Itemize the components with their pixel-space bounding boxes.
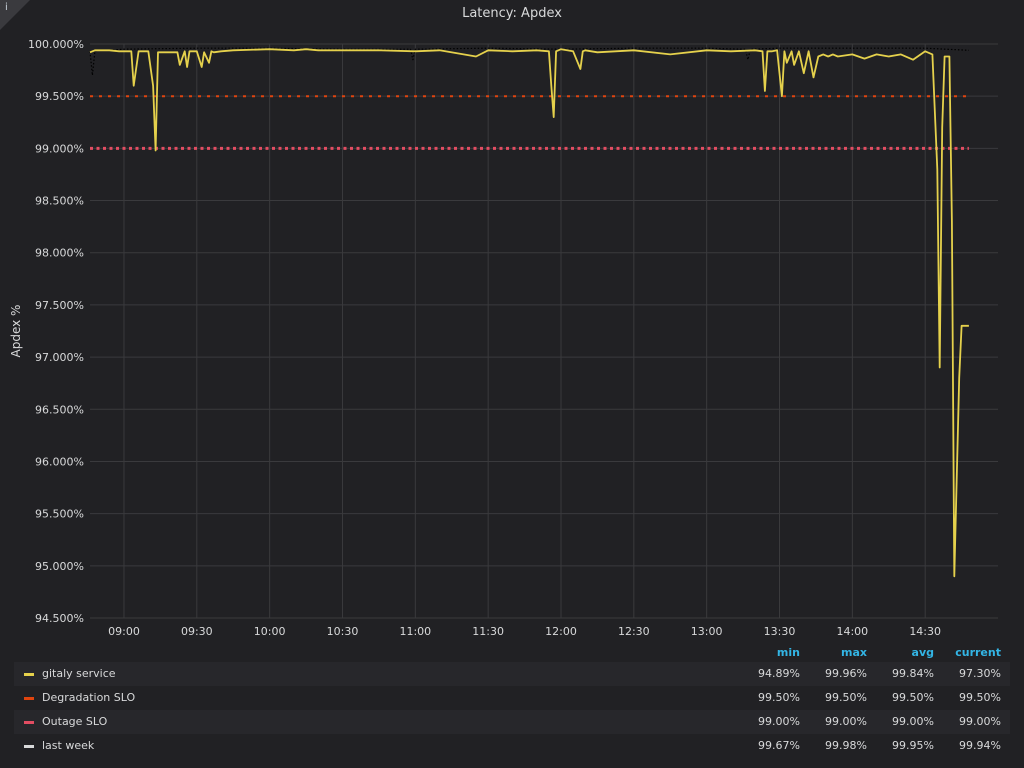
legend-current: 99.94% [959, 739, 1001, 752]
legend-row-gitaly-service[interactable]: gitaly service 94.89% 99.96% 99.84% 97.3… [14, 662, 1010, 686]
legend-header-min[interactable]: min [730, 646, 800, 659]
legend-table: min max avg current gitaly service 94.89… [14, 644, 1010, 758]
x-tick-label: 12:00 [545, 625, 577, 638]
x-tick-label: 09:00 [108, 625, 140, 638]
legend-series-name[interactable]: gitaly service [42, 662, 116, 686]
y-tick-label: 96.500% [35, 403, 84, 416]
legend-swatch [24, 721, 34, 724]
legend-swatch [24, 697, 34, 700]
x-tick-label: 13:00 [691, 625, 723, 638]
legend-max: 99.96% [825, 667, 867, 680]
series-line-last-week [89, 47, 969, 76]
y-tick-label: 99.500% [35, 90, 84, 103]
x-tick-label: 14:30 [909, 625, 941, 638]
legend-max: 99.50% [825, 691, 867, 704]
y-tick-label: 96.000% [35, 455, 84, 468]
legend-min: 99.50% [758, 691, 800, 704]
y-tick-label: 97.500% [35, 299, 84, 312]
legend-swatch [24, 745, 34, 748]
legend-header-avg[interactable]: avg [864, 646, 934, 659]
y-tick-label: 98.000% [35, 247, 84, 260]
legend-row-outage-slo[interactable]: Outage SLO 99.00% 99.00% 99.00% 99.00% [14, 710, 1010, 734]
legend-header: min max avg current [14, 644, 1010, 662]
legend-header-max[interactable]: max [797, 646, 867, 659]
legend-avg: 99.84% [892, 667, 934, 680]
series-line-gitaly-service [89, 48, 969, 578]
y-tick-label: 100.000% [28, 38, 84, 51]
x-tick-label: 11:30 [472, 625, 504, 638]
legend-avg: 99.00% [892, 715, 934, 728]
y-axis-label: Apdex % [9, 305, 23, 358]
legend-swatch [24, 673, 34, 676]
legend-max: 99.00% [825, 715, 867, 728]
x-tick-label: 11:00 [399, 625, 431, 638]
x-tick-label: 09:30 [181, 625, 213, 638]
legend-series-name[interactable]: Outage SLO [42, 710, 107, 734]
legend-header-current[interactable]: current [931, 646, 1001, 659]
x-tick-label: 10:30 [327, 625, 359, 638]
y-tick-label: 95.000% [35, 560, 84, 573]
legend-current: 99.50% [959, 691, 1001, 704]
legend-min: 99.67% [758, 739, 800, 752]
legend-row-degradation-slo[interactable]: Degradation SLO 99.50% 99.50% 99.50% 99.… [14, 686, 1010, 710]
legend-min: 99.00% [758, 715, 800, 728]
x-tick-label: 14:00 [836, 625, 868, 638]
x-tick-label: 13:30 [764, 625, 796, 638]
legend-series-name[interactable]: Degradation SLO [42, 686, 135, 710]
legend-avg: 99.95% [892, 739, 934, 752]
y-tick-label: 97.000% [35, 351, 84, 364]
legend-avg: 99.50% [892, 691, 934, 704]
legend-row-last-week[interactable]: last week 99.67% 99.98% 99.95% 99.94% [14, 734, 1010, 758]
y-tick-label: 94.500% [35, 612, 84, 625]
legend-max: 99.98% [825, 739, 867, 752]
apdex-chart: 94.500% 95.000% 95.500% 96.000% 96.500% 97.00… [9, 38, 998, 638]
legend-current: 97.30% [959, 667, 1001, 680]
y-tick-label: 98.500% [35, 195, 84, 208]
x-tick-label: 12:30 [618, 625, 650, 638]
legend-series-name[interactable]: last week [42, 734, 94, 758]
x-tick-label: 10:00 [254, 625, 286, 638]
y-tick-label: 99.000% [35, 142, 84, 155]
legend-min: 94.89% [758, 667, 800, 680]
legend-current: 99.00% [959, 715, 1001, 728]
y-tick-label: 95.500% [35, 508, 84, 521]
